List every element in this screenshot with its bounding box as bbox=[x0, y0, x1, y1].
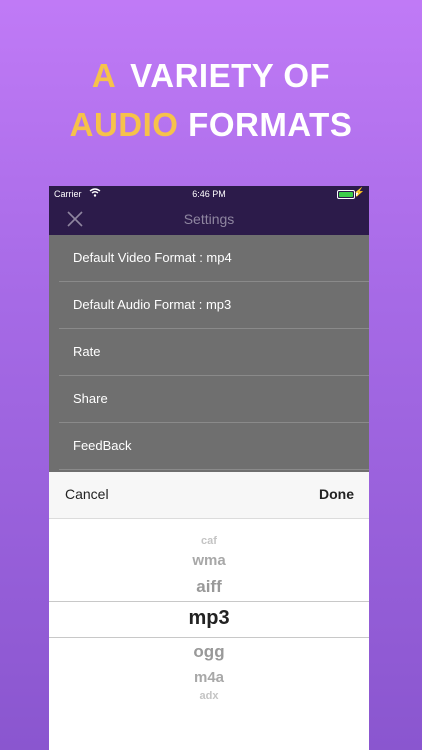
menu-item-default-video-format[interactable]: Default Video Format : mp4 bbox=[59, 235, 369, 282]
headline-highlight-audio: AUDIO bbox=[69, 106, 179, 143]
headline-line-2: AUDIO FORMATS bbox=[0, 106, 422, 144]
format-picker-wheel[interactable]: caf wma aiff mp3 ogg m4a adx bbox=[49, 519, 369, 750]
picker-selection-bottom-line bbox=[49, 637, 369, 638]
settings-menu: Default Video Format : mp4 Default Audio… bbox=[49, 235, 369, 470]
phone-screen: Carrier 6:46 PM ⚡ Settings Default Video… bbox=[49, 186, 369, 750]
headline-line-1: A VARIETY OF bbox=[0, 57, 422, 95]
picker-option[interactable]: aiff bbox=[49, 577, 369, 597]
picker-option-selected[interactable]: mp3 bbox=[49, 607, 369, 630]
nav-bar: Settings bbox=[49, 202, 369, 235]
headline-text-variety-of: VARIETY OF bbox=[130, 57, 331, 94]
battery-icon bbox=[337, 190, 355, 199]
cancel-button[interactable]: Cancel bbox=[65, 486, 109, 502]
picker-toolbar: Cancel Done bbox=[49, 472, 369, 519]
picker-option[interactable]: caf bbox=[49, 535, 369, 547]
status-bar: Carrier 6:46 PM ⚡ bbox=[49, 186, 369, 202]
picker-option[interactable]: ogg bbox=[49, 642, 369, 662]
nav-title: Settings bbox=[183, 211, 235, 227]
picker-option[interactable]: m4a bbox=[49, 669, 369, 686]
menu-item-share[interactable]: Share bbox=[59, 376, 369, 423]
headline-text-formats: FORMATS bbox=[188, 106, 353, 143]
headline-highlight-a: A bbox=[91, 57, 117, 94]
menu-item-rate[interactable]: Rate bbox=[59, 329, 369, 376]
done-button[interactable]: Done bbox=[319, 486, 354, 502]
menu-item-feedback[interactable]: FeedBack bbox=[59, 423, 369, 470]
picker-selection-top-line bbox=[49, 601, 369, 602]
status-time: 6:46 PM bbox=[192, 189, 226, 199]
charging-bolt-icon: ⚡ bbox=[353, 187, 365, 197]
menu-item-default-audio-format[interactable]: Default Audio Format : mp3 bbox=[59, 282, 369, 329]
picker-option[interactable]: adx bbox=[49, 690, 369, 702]
picker-option[interactable]: wma bbox=[49, 552, 369, 569]
